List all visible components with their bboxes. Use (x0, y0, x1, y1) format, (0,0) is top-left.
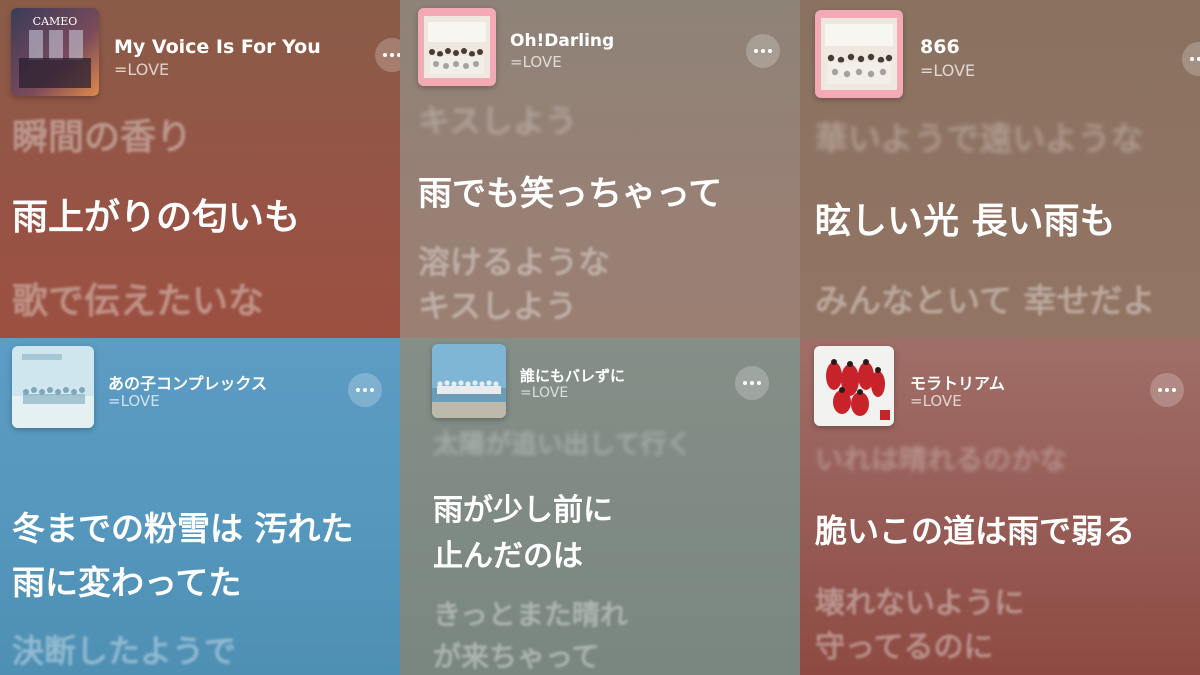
dot-icon (754, 49, 758, 53)
current-lyric-line[interactable]: 雨が少し前に 止んだのは (433, 488, 613, 580)
dot-icon (1172, 388, 1176, 392)
lyrics-panel-darenimo-barezuni: 誰にもバレずに =LOVE 太陽が追い出して行く 雨が少し前に 止んだのは きっ… (400, 338, 800, 675)
more-options-button[interactable] (746, 34, 780, 68)
artist-name[interactable]: =LOVE (510, 53, 562, 71)
lyrics-collage: CAMEO My Voice Is For You =LOVE 瞬間の香り 雨上… (0, 0, 1200, 675)
dot-icon (1158, 388, 1162, 392)
previous-lyric-line[interactable]: キスしよう (418, 96, 577, 142)
dot-icon (750, 381, 754, 385)
dot-icon (768, 49, 772, 53)
album-artwork[interactable] (418, 8, 496, 86)
dot-icon (370, 388, 374, 392)
more-options-button[interactable] (348, 373, 382, 407)
next-lyric-line[interactable]: 歌で伝えたいな (12, 272, 264, 324)
lyric-text-line: が来ちゃって (433, 640, 600, 673)
dot-icon (363, 388, 367, 392)
next-lyric-line[interactable]: 壊れないように 守ってるのに (815, 582, 1024, 670)
lyric-text-line: 雨に変わってた (12, 563, 242, 602)
lyrics-panel-my-voice-is-for-you: CAMEO My Voice Is For You =LOVE 瞬間の香り 雨上… (0, 0, 400, 338)
lyrics-panel-ano-ko-complex: あの子コンプレックス =LOVE 冬までの粉雪は 汚れた 雨に変わってた 決断し… (0, 338, 400, 675)
lyrics-panel-866: 866 =LOVE 華いようで遠いような 眩しい光 長い雨も みんなといて 幸せ… (800, 0, 1200, 338)
dot-icon (1165, 388, 1169, 392)
next-lyric-line[interactable]: 決断したようで (12, 626, 236, 672)
dot-icon (757, 381, 761, 385)
current-lyric-line[interactable]: 脆いこの道は雨で弱る (815, 506, 1135, 552)
artist-name[interactable]: =LOVE (520, 385, 568, 401)
album-artwork[interactable] (432, 344, 506, 418)
lyrics-panel-moratorium: モラトリアム =LOVE いれは晴れるのかな 脆いこの道は雨で弱る 壊れないよう… (800, 338, 1200, 675)
more-options-button[interactable] (375, 38, 400, 72)
more-options-button[interactable] (1182, 42, 1200, 76)
current-lyric-line[interactable]: 雨でも笑っちゃって (418, 166, 722, 215)
lyric-text-line: 冬までの粉雪は 汚れた (12, 509, 354, 548)
more-options-button[interactable] (1150, 373, 1184, 407)
previous-lyric-line[interactable]: 太陽が追い出して行く (433, 424, 692, 461)
lyric-text-line: 雨が少し前に (433, 493, 613, 528)
artist-name[interactable]: =LOVE (910, 392, 962, 410)
svg-text:CAMEO: CAMEO (33, 15, 78, 28)
album-artwork[interactable]: CAMEO (11, 8, 99, 96)
previous-lyric-line[interactable]: いれは晴れるのかな (815, 438, 1067, 478)
dot-icon (1190, 57, 1194, 61)
lyric-text-line: キスしよう (418, 287, 578, 325)
current-lyric-line[interactable]: 雨上がりの匂いも (12, 188, 300, 240)
lyric-text-line: きっとまた晴れ (433, 598, 628, 631)
song-title: あの子コンプレックス (108, 374, 268, 393)
previous-lyric-line[interactable]: 瞬間の香り (12, 108, 192, 160)
lyric-text-line: 守ってるのに (815, 630, 994, 665)
dot-icon (356, 388, 360, 392)
lyric-text-line: 溶けるような (418, 243, 611, 281)
next-lyric-line[interactable]: きっとまた晴れ が来ちゃって (433, 594, 628, 675)
current-lyric-line[interactable]: 眩しい光 長い雨も (815, 192, 1116, 244)
lyrics-panel-oh-darling: Oh!Darling =LOVE キスしよう 雨でも笑っちゃって 溶けるような … (400, 0, 800, 338)
album-artwork[interactable] (12, 346, 94, 428)
more-options-button[interactable] (735, 366, 769, 400)
current-lyric-line[interactable]: 冬までの粉雪は 汚れた 雨に変わってた (12, 502, 354, 610)
dot-icon (383, 53, 387, 57)
dot-icon (390, 53, 394, 57)
dot-icon (761, 49, 765, 53)
album-artwork[interactable] (814, 346, 894, 426)
song-title: 誰にもバレずに (520, 367, 626, 385)
song-title: Oh!Darling (510, 31, 615, 51)
dot-icon (743, 381, 747, 385)
next-lyric-line[interactable]: みんなといて 幸せだよ (815, 274, 1156, 322)
next-lyric-line[interactable]: 溶けるような キスしよう (418, 240, 610, 328)
artist-name[interactable]: =LOVE (108, 392, 160, 410)
lyric-text-line: 壊れないように (815, 586, 1025, 621)
artist-name[interactable]: =LOVE (114, 60, 169, 79)
previous-lyric-line[interactable]: 華いようで遠いような (815, 112, 1144, 160)
song-title: モラトリアム (910, 374, 1005, 393)
lyric-text-line: 止んだのは (433, 539, 583, 574)
song-title: My Voice Is For You (114, 36, 321, 58)
song-title: 866 (920, 36, 960, 58)
album-artwork[interactable] (815, 10, 903, 98)
artist-name[interactable]: =LOVE (920, 61, 975, 80)
